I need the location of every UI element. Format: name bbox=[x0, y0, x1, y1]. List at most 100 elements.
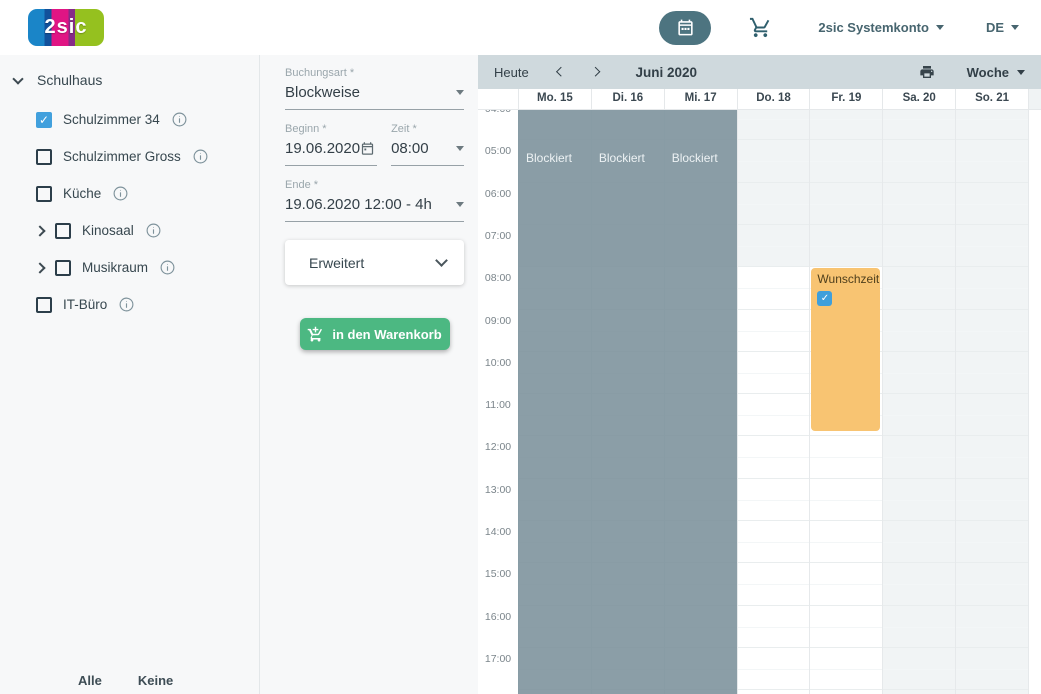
info-icon[interactable] bbox=[171, 111, 188, 128]
blocked-region-mi-17: Blockiert bbox=[663, 110, 737, 694]
advanced-label: Erweitert bbox=[309, 254, 365, 271]
chevron-left-icon[interactable] bbox=[555, 66, 566, 78]
sidebar-item-schulzimmer-gross[interactable]: Schulzimmer Gross bbox=[36, 138, 259, 175]
sidebar-item-label: Schulzimmer Gross bbox=[63, 149, 181, 164]
time-label: Zeit * bbox=[391, 123, 417, 135]
language-menu[interactable]: DE bbox=[986, 20, 1019, 35]
caret-down-icon bbox=[1011, 25, 1019, 30]
checkbox-unchecked[interactable] bbox=[55, 259, 71, 276]
sidebar-item-it-b-ro[interactable]: IT-Büro bbox=[36, 286, 259, 323]
day-column-border bbox=[882, 110, 884, 694]
checkbox-unchecked[interactable] bbox=[55, 222, 71, 239]
hour-label: 15:00 bbox=[484, 568, 512, 581]
event-wunschzeit[interactable]: Wunschzeit bbox=[811, 268, 881, 432]
booking-type-select[interactable]: Blockweise bbox=[285, 84, 464, 110]
day-header-di-16: Di. 16 bbox=[590, 89, 664, 110]
end-group: Ende * 19.06.2020 12:00 - 4h bbox=[285, 179, 464, 222]
hour-label: 14:00 bbox=[484, 526, 512, 538]
calendar-toolbar: Heute Juni 2020 Woche bbox=[478, 55, 1041, 89]
chevron-right-icon[interactable] bbox=[34, 224, 46, 237]
booking-type-label: Buchungsart * bbox=[285, 67, 355, 79]
logo-text: 2sic bbox=[44, 16, 88, 38]
top-header: 2sic 2sic Systemkonto DE bbox=[0, 0, 1041, 55]
calendar-body[interactable]: 04:00 05:00 06:00 07:00 08:00 09:00 10:00 11:00… bbox=[478, 110, 1041, 694]
calendar-panel: Heute Juni 2020 Woche Mo. 15 Di. 16 Mi. 17… bbox=[478, 55, 1041, 694]
sidebar-tree-items: Schulzimmer 34 Schulzimmer Gross Küche Kino… bbox=[34, 101, 259, 323]
caret-down-icon bbox=[935, 25, 944, 30]
caret-down-icon bbox=[1017, 69, 1025, 75]
blocked-label: Blockiert bbox=[526, 151, 573, 165]
hour-label: 17:00 bbox=[484, 652, 512, 665]
sidebar-item-kinosaal[interactable]: Kinosaal bbox=[34, 212, 259, 249]
booking-type-group: Buchungsart * Blockweise bbox=[285, 67, 464, 110]
today-button[interactable]: Heute bbox=[494, 65, 529, 80]
checkbox-unchecked[interactable] bbox=[36, 296, 52, 313]
add-shopping-cart-icon bbox=[307, 326, 324, 343]
add-to-cart-button[interactable]: in den Warenkorb bbox=[299, 318, 450, 350]
account-label: 2sic Systemkonto bbox=[818, 20, 929, 35]
caret-down-icon bbox=[456, 146, 464, 151]
account-menu[interactable]: 2sic Systemkonto bbox=[818, 20, 944, 35]
calendar-icon[interactable] bbox=[360, 141, 375, 156]
end-value: 19.06.2020 12:00 - 4h bbox=[285, 196, 432, 213]
end-select[interactable]: 19.06.2020 12:00 - 4h bbox=[285, 196, 464, 222]
chevron-right-icon[interactable] bbox=[590, 66, 601, 78]
info-icon[interactable] bbox=[159, 259, 176, 276]
hour-label: 05:00 bbox=[484, 145, 512, 158]
checkbox-unchecked[interactable] bbox=[36, 185, 52, 202]
shopping-cart-button[interactable] bbox=[749, 16, 772, 39]
hour-label: 12:00 bbox=[484, 441, 512, 454]
calendar-view-button[interactable] bbox=[659, 10, 712, 45]
day-column-border bbox=[736, 110, 738, 694]
hour-label: 16:00 bbox=[484, 610, 512, 623]
blocked-region-di-16: Blockiert bbox=[590, 110, 664, 694]
day-header-do-18: Do. 18 bbox=[736, 89, 810, 110]
sidebar-item-k-che[interactable]: Küche bbox=[36, 175, 259, 212]
day-header-gutter bbox=[478, 89, 518, 110]
chevron-right-icon[interactable] bbox=[34, 261, 46, 274]
hour-label: 11:00 bbox=[485, 399, 511, 412]
checkbox-unchecked[interactable] bbox=[36, 148, 52, 165]
blocked-label: Blockiert bbox=[671, 151, 718, 165]
view-label: Woche bbox=[966, 64, 1009, 80]
day-header-mo-15: Mo. 15 bbox=[518, 89, 591, 110]
time-value: 08:00 bbox=[391, 140, 429, 157]
caret-down-icon bbox=[456, 202, 464, 207]
begin-date-value: 19.06.2020 bbox=[285, 140, 361, 157]
checkbox-checked[interactable] bbox=[36, 111, 52, 128]
hour-label: 09:00 bbox=[484, 314, 512, 327]
sidebar-item-label: Schulzimmer 34 bbox=[63, 112, 160, 127]
begin-date-input[interactable]: 19.06.2020 bbox=[285, 140, 378, 166]
select-none-button[interactable]: Keine bbox=[138, 673, 173, 688]
chevron-down-icon[interactable] bbox=[12, 72, 24, 85]
sidebar-item-musikraum[interactable]: Musikraum bbox=[34, 249, 259, 286]
sidebar-root-schulhaus[interactable]: Schulhaus bbox=[0, 55, 259, 88]
event-checkbox[interactable] bbox=[817, 291, 833, 307]
resource-sidebar: Schulhaus Schulzimmer 34 Schulzimmer Gros… bbox=[0, 55, 260, 694]
info-icon[interactable] bbox=[118, 296, 135, 313]
begin-group: Beginn * 19.06.2020 bbox=[285, 123, 378, 166]
booking-type-value: Blockweise bbox=[285, 84, 361, 101]
select-all-button[interactable]: Alle bbox=[78, 673, 102, 688]
advanced-expander[interactable]: Erweitert bbox=[285, 240, 464, 285]
info-icon[interactable] bbox=[192, 148, 209, 165]
day-header-mi-17: Mi. 17 bbox=[663, 89, 737, 110]
calendar-title: Juni 2020 bbox=[635, 64, 697, 80]
calendar-day-header: Mo. 15 Di. 16 Mi. 17 Do. 18 Fr. 19 Sa. 20 So. … bbox=[478, 89, 1041, 110]
info-icon[interactable] bbox=[112, 185, 129, 202]
shopping-cart-icon bbox=[749, 16, 772, 39]
add-to-cart-label: in den Warenkorb bbox=[332, 326, 442, 342]
time-select[interactable]: 08:00 bbox=[391, 140, 464, 166]
sidebar-item-schulzimmer-34[interactable]: Schulzimmer 34 bbox=[36, 101, 259, 138]
end-label: Ende * bbox=[285, 179, 319, 191]
day-header-so-21: So. 21 bbox=[955, 89, 1028, 110]
print-button[interactable] bbox=[919, 64, 935, 80]
sidebar-footer: Alle Keine bbox=[0, 673, 259, 688]
2sic-logo: 2sic bbox=[28, 9, 104, 46]
calendar-icon bbox=[676, 18, 695, 37]
sidebar-item-label: Kinosaal bbox=[82, 223, 134, 238]
view-select[interactable]: Woche bbox=[967, 65, 1025, 80]
day-header-sa-20: Sa. 20 bbox=[882, 89, 956, 110]
sidebar-item-label: IT-Büro bbox=[63, 297, 108, 312]
info-icon[interactable] bbox=[145, 222, 162, 239]
